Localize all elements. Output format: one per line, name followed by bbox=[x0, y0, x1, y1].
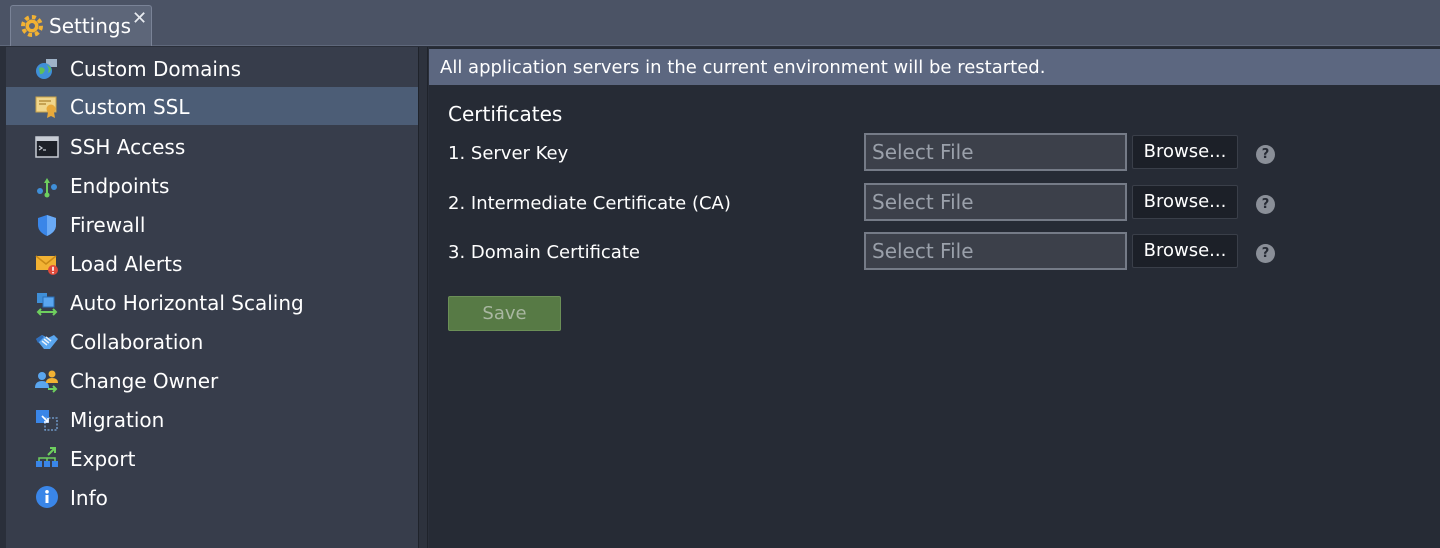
tab-settings[interactable]: Settings ✕ bbox=[10, 5, 152, 46]
restart-notice-bar: All application servers in the current e… bbox=[429, 49, 1440, 85]
close-icon[interactable]: ✕ bbox=[132, 8, 147, 29]
domain-certificate-browse-button[interactable]: Browse... bbox=[1132, 234, 1238, 268]
sidebar-item-label: Endpoints bbox=[70, 174, 170, 198]
restart-notice-text: All application servers in the current e… bbox=[440, 57, 1046, 78]
sidebar-item-label: Migration bbox=[70, 408, 165, 432]
scaling-icon bbox=[36, 293, 58, 316]
change-owner-icon bbox=[35, 370, 58, 393]
intermediate-certificate-browse-button[interactable]: Browse... bbox=[1132, 185, 1238, 219]
sidebar-item-label: Load Alerts bbox=[70, 252, 183, 276]
sidebar-item-ssh-access[interactable]: SSH Access bbox=[6, 127, 418, 165]
server-key-file-input[interactable] bbox=[864, 133, 1127, 171]
domain-certificate-help-icon[interactable]: ? bbox=[1256, 244, 1275, 263]
sidebar-item-label: Custom SSL bbox=[70, 95, 190, 119]
sidebar-item-info[interactable]: Info bbox=[6, 478, 418, 516]
info-icon bbox=[36, 486, 58, 508]
handshake-icon bbox=[36, 335, 58, 349]
tab-title: Settings bbox=[49, 14, 132, 38]
sidebar-item-label: Collaboration bbox=[70, 330, 204, 354]
sidebar-item-export[interactable]: Export bbox=[6, 439, 418, 477]
intermediate-certificate-label: 2. Intermediate Certificate (CA) bbox=[448, 193, 731, 214]
sidebar-item-label: Auto Horizontal Scaling bbox=[70, 291, 304, 315]
sidebar-item-migration[interactable]: Migration bbox=[6, 400, 418, 438]
sidebar-item-firewall[interactable]: Firewall bbox=[6, 205, 418, 243]
sidebar-item-custom-ssl[interactable]: Custom SSL bbox=[6, 87, 418, 125]
server-key-help-icon[interactable]: ? bbox=[1256, 145, 1275, 164]
sidebar-item-label: Export bbox=[70, 447, 136, 471]
main-panel: All application servers in the current e… bbox=[429, 47, 1440, 548]
sidebar-item-label: Custom Domains bbox=[70, 57, 242, 81]
migration-icon bbox=[36, 410, 58, 431]
tab-bar: Settings ✕ bbox=[0, 0, 1440, 46]
sidebar-item-label: Info bbox=[70, 486, 108, 510]
domain-certificate-label: 3. Domain Certificate bbox=[448, 242, 640, 263]
settings-gear-icon bbox=[21, 15, 43, 37]
shield-icon bbox=[38, 215, 56, 236]
intermediate-certificate-file-input[interactable] bbox=[864, 183, 1127, 221]
sidebar-item-change-owner[interactable]: Change Owner bbox=[6, 361, 418, 399]
certificates-heading: Certificates bbox=[448, 102, 563, 126]
sidebar-item-endpoints[interactable]: Endpoints bbox=[6, 166, 418, 204]
sidebar-item-label: Firewall bbox=[70, 213, 146, 237]
intermediate-certificate-help-icon[interactable]: ? bbox=[1256, 195, 1275, 214]
sidebar-item-collaboration[interactable]: Collaboration bbox=[6, 322, 418, 360]
export-icon bbox=[36, 447, 58, 467]
sidebar-item-custom-domains[interactable]: Custom Domains bbox=[6, 49, 418, 87]
sidebar-item-auto-horizontal-scaling[interactable]: Auto Horizontal Scaling bbox=[6, 283, 418, 321]
save-button[interactable]: Save bbox=[448, 296, 561, 331]
sidebar-item-load-alerts[interactable]: Load Alerts bbox=[6, 244, 418, 282]
alert-mail-icon bbox=[35, 255, 58, 275]
server-key-label: 1. Server Key bbox=[448, 143, 569, 164]
terminal-icon bbox=[35, 136, 59, 158]
globe-icon bbox=[36, 59, 57, 79]
domain-certificate-file-input[interactable] bbox=[864, 232, 1127, 270]
panel-splitter[interactable] bbox=[418, 47, 428, 548]
sidebar: Custom Domains Custom SSL SSH Access End… bbox=[6, 47, 418, 548]
sidebar-item-label: Change Owner bbox=[70, 369, 219, 393]
certificate-icon bbox=[35, 96, 57, 118]
endpoints-icon bbox=[37, 178, 57, 198]
server-key-browse-button[interactable]: Browse... bbox=[1132, 135, 1238, 169]
sidebar-item-label: SSH Access bbox=[70, 135, 186, 159]
